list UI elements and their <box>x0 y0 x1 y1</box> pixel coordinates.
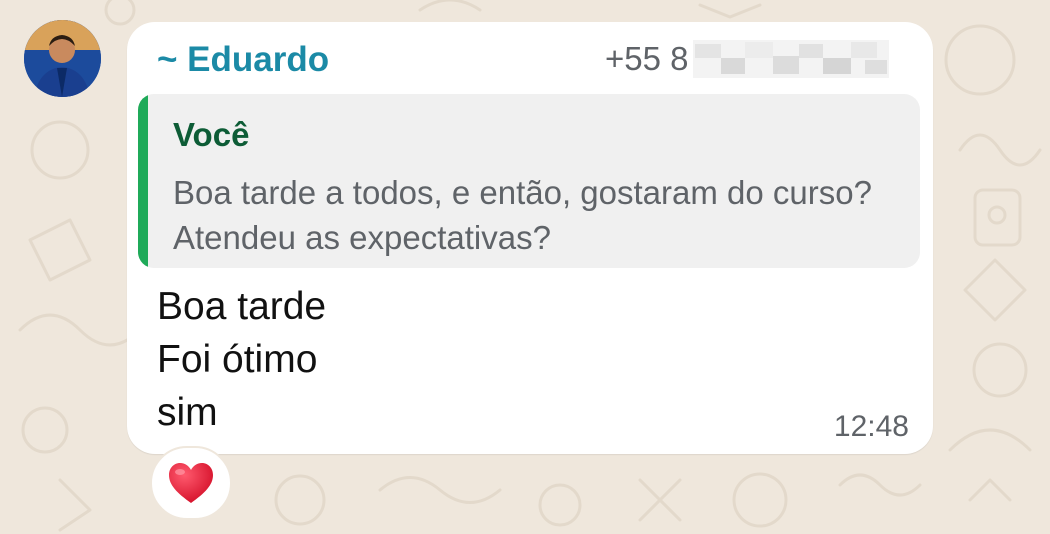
message-line: Boa tarde <box>157 285 327 328</box>
message-bubble[interactable]: ~ Eduardo +55 8 Você Boa tarde a todos, … <box>127 22 933 454</box>
sender-phone-text: +55 8 <box>605 40 689 77</box>
red-heart-emoji-icon <box>169 463 213 503</box>
sender-avatar[interactable] <box>24 20 101 97</box>
message-text: Boa tarde Foi ótimo sim <box>157 280 326 439</box>
quoted-message[interactable]: Você Boa tarde a todos, e então, gostara… <box>138 94 920 268</box>
quoted-text: Boa tarde a todos, e então, gostaram do … <box>173 174 872 256</box>
avatar-photo <box>24 20 101 97</box>
message-reaction[interactable] <box>150 446 232 520</box>
sender-phone: +55 8 <box>605 38 889 80</box>
message-timestamp: 12:48 <box>833 410 909 443</box>
quoted-author: Você <box>173 116 250 153</box>
message-line: Foi ótimo <box>157 338 318 381</box>
message-line: sim <box>157 391 218 434</box>
redacted-phone-mosaic <box>692 40 889 78</box>
sender-name[interactable]: ~ Eduardo <box>157 40 329 80</box>
quote-accent-bar <box>138 94 148 268</box>
